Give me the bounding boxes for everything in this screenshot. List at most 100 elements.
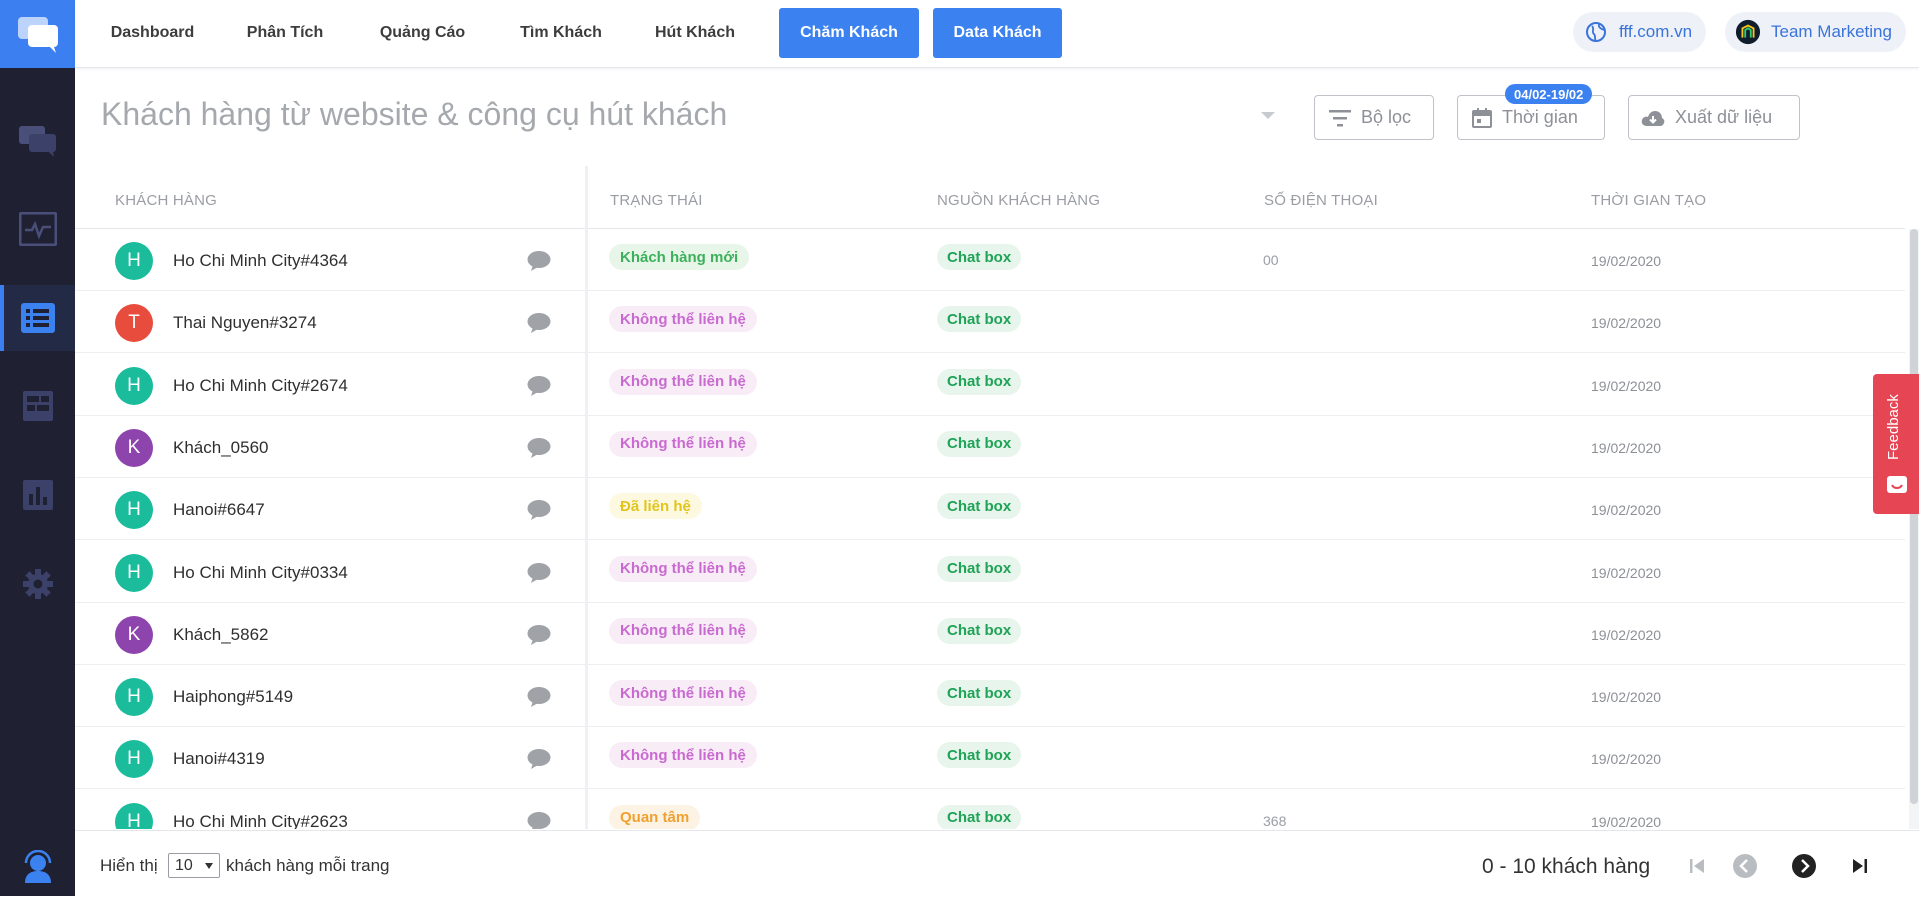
- sidebar-item-layout[interactable]: [0, 373, 75, 439]
- top-navigation: Dashboard Phân Tích Quảng Cáo Tìm Khách …: [75, 0, 1919, 68]
- avatar[interactable]: K: [115, 615, 153, 654]
- tab-analysis[interactable]: Phân Tích: [235, 8, 335, 58]
- customer-name[interactable]: Ho Chi Minh City#4364: [173, 251, 348, 271]
- customer-name[interactable]: Thai Nguyen#3274: [173, 313, 317, 333]
- avatar[interactable]: H: [115, 678, 153, 717]
- sidebar-item-customers[interactable]: [0, 285, 75, 351]
- table-row[interactable]: H Haiphong#5149 Không thể liên hệ Chat box 1…: [75, 665, 1905, 728]
- team-label: Team Marketing: [1771, 22, 1892, 41]
- feedback-tab[interactable]: Feedback: [1873, 374, 1919, 514]
- created-date: 19/02/2020: [1591, 626, 1662, 643]
- tab-advertising[interactable]: Quảng Cáo: [370, 8, 475, 58]
- status-badge[interactable]: Không thể liên hệ: [609, 368, 757, 395]
- customer-name[interactable]: Ho Chi Minh City#2623: [173, 812, 348, 829]
- filter-icon: [1329, 109, 1351, 127]
- column-header-customer[interactable]: KHÁCH HÀNG: [115, 192, 217, 209]
- chat-icon[interactable]: [527, 748, 551, 775]
- customer-name[interactable]: Hanoi#4319: [173, 749, 265, 769]
- chat-icon[interactable]: [527, 250, 551, 277]
- tab-find-customers[interactable]: Tìm Khách: [511, 8, 611, 58]
- tab-dashboard[interactable]: Dashboard: [100, 8, 205, 58]
- table-row[interactable]: T Thai Nguyen#3274 Không thể liên hệ Chat b…: [75, 291, 1905, 354]
- tab-customer-care[interactable]: Chăm Khách: [779, 8, 919, 58]
- phone-number: 00: [1263, 252, 1279, 268]
- last-page-button[interactable]: [1845, 851, 1875, 881]
- avatar[interactable]: H: [115, 242, 153, 280]
- table-row[interactable]: H Ho Chi Minh City#4364 Khách hàng mới Chat…: [75, 229, 1905, 291]
- customer-name[interactable]: Khách_5862: [173, 625, 268, 645]
- first-page-button[interactable]: [1682, 851, 1712, 881]
- column-header-phone[interactable]: SỐ ĐIỆN THOẠI: [1264, 192, 1378, 209]
- chat-icon[interactable]: [527, 811, 551, 829]
- avatar[interactable]: H: [115, 366, 153, 405]
- tab-customer-data[interactable]: Data Khách: [933, 8, 1062, 58]
- status-badge[interactable]: Không thể liên hệ: [609, 306, 757, 333]
- table-row[interactable]: K Khách_5862 Không thể liên hệ Chat box 19/0…: [75, 603, 1905, 665]
- sidebar-item-settings[interactable]: [0, 551, 75, 617]
- column-header-created[interactable]: THỜI GIAN TẠO: [1591, 192, 1706, 209]
- next-page-button[interactable]: [1789, 851, 1819, 881]
- customer-table-body: H Ho Chi Minh City#4364 Khách hàng mới Chat…: [75, 229, 1905, 829]
- created-date: 19/02/2020: [1591, 253, 1662, 269]
- sidebar-item-monitor[interactable]: [0, 196, 75, 262]
- table-row[interactable]: H Hanoi#6647 Đã liên hệ Chat box 19/02/2020: [75, 478, 1905, 541]
- avatar[interactable]: T: [115, 304, 153, 343]
- source-badge: Chat box: [937, 244, 1022, 270]
- avatar[interactable]: H: [115, 553, 153, 592]
- status-badge[interactable]: Quan tâm: [609, 804, 701, 829]
- first-page-icon: [1690, 859, 1704, 873]
- status-badge[interactable]: Không thể liên hệ: [609, 742, 757, 769]
- chat-icon[interactable]: [527, 437, 551, 464]
- status-badge[interactable]: Không thể liên hệ: [609, 617, 757, 644]
- created-date: 19/02/2020: [1591, 751, 1662, 768]
- chat-icon[interactable]: [527, 624, 551, 651]
- chat-icon[interactable]: [527, 375, 551, 402]
- filter-button[interactable]: Bộ lọc: [1314, 95, 1434, 140]
- table-row[interactable]: H Ho Chi Minh City#2674 Không thể liên hệ C…: [75, 354, 1905, 416]
- export-button[interactable]: Xuất dữ liệu: [1628, 95, 1800, 140]
- domain-selector[interactable]: fff.com.vn: [1573, 12, 1707, 52]
- status-badge[interactable]: Không thể liên hệ: [609, 680, 757, 707]
- team-selector[interactable]: Team Marketing: [1725, 12, 1906, 52]
- status-badge[interactable]: Không thể liên hệ: [609, 430, 757, 457]
- table-row[interactable]: K Khách_0560 Không thể liên hệ Chat box 19/0…: [75, 416, 1905, 478]
- page-size-select[interactable]: 10: [168, 853, 220, 878]
- status-badge[interactable]: Khách hàng mới: [609, 244, 750, 270]
- show-label: Hiển thị: [100, 856, 158, 875]
- avatar[interactable]: H: [115, 491, 153, 530]
- export-label: Xuất dữ liệu: [1675, 107, 1773, 127]
- time-label: Thời gian: [1502, 107, 1578, 127]
- previous-page-button[interactable]: [1730, 851, 1760, 881]
- sidebar-item-conversations[interactable]: [0, 108, 75, 174]
- column-header-status[interactable]: TRẠNG THÁI: [610, 192, 703, 209]
- sidebar-item-reports[interactable]: [0, 462, 75, 528]
- table-header: KHÁCH HÀNG TRẠNG THÁI NGUỒN KHÁCH HÀNG S…: [75, 166, 1905, 229]
- chat-logo-icon: [17, 17, 58, 53]
- chat-icon[interactable]: [527, 312, 551, 339]
- source-badge: Chat box: [937, 742, 1022, 769]
- status-badge[interactable]: Không thể liên hệ: [609, 555, 757, 582]
- chat-icon[interactable]: [527, 686, 551, 713]
- avatar[interactable]: H: [115, 802, 153, 829]
- avatar[interactable]: H: [115, 740, 153, 779]
- status-badge[interactable]: Đã liên hệ: [609, 493, 702, 520]
- created-date: 19/02/2020: [1591, 502, 1662, 519]
- avatar[interactable]: K: [115, 428, 153, 467]
- tab-attract-customers[interactable]: Hút Khách: [645, 8, 745, 58]
- table-row[interactable]: H Ho Chi Minh City#0334 Không thể liên hệ C…: [75, 541, 1905, 603]
- customer-name[interactable]: Ho Chi Minh City#2674: [173, 376, 348, 396]
- table-row[interactable]: H Ho Chi Minh City#2623 Quan tâm Chat box 36…: [75, 790, 1905, 829]
- customer-name[interactable]: Ho Chi Minh City#0334: [173, 563, 348, 583]
- title-dropdown-caret-icon[interactable]: [1261, 112, 1275, 119]
- sidebar-item-support[interactable]: [0, 834, 75, 900]
- scrollbar-thumb[interactable]: [1910, 229, 1918, 804]
- phone-number: 368: [1263, 812, 1287, 829]
- chat-icon[interactable]: [527, 499, 551, 526]
- table-row[interactable]: H Hanoi#4319 Không thể liên hệ Chat box 19/0…: [75, 727, 1905, 790]
- chat-icon[interactable]: [527, 562, 551, 589]
- app-logo[interactable]: [0, 0, 75, 68]
- customer-name[interactable]: Haiphong#5149: [173, 687, 293, 707]
- column-header-source[interactable]: NGUỒN KHÁCH HÀNG: [937, 192, 1100, 209]
- customer-name[interactable]: Khách_0560: [173, 438, 268, 458]
- customer-name[interactable]: Hanoi#6647: [173, 500, 265, 520]
